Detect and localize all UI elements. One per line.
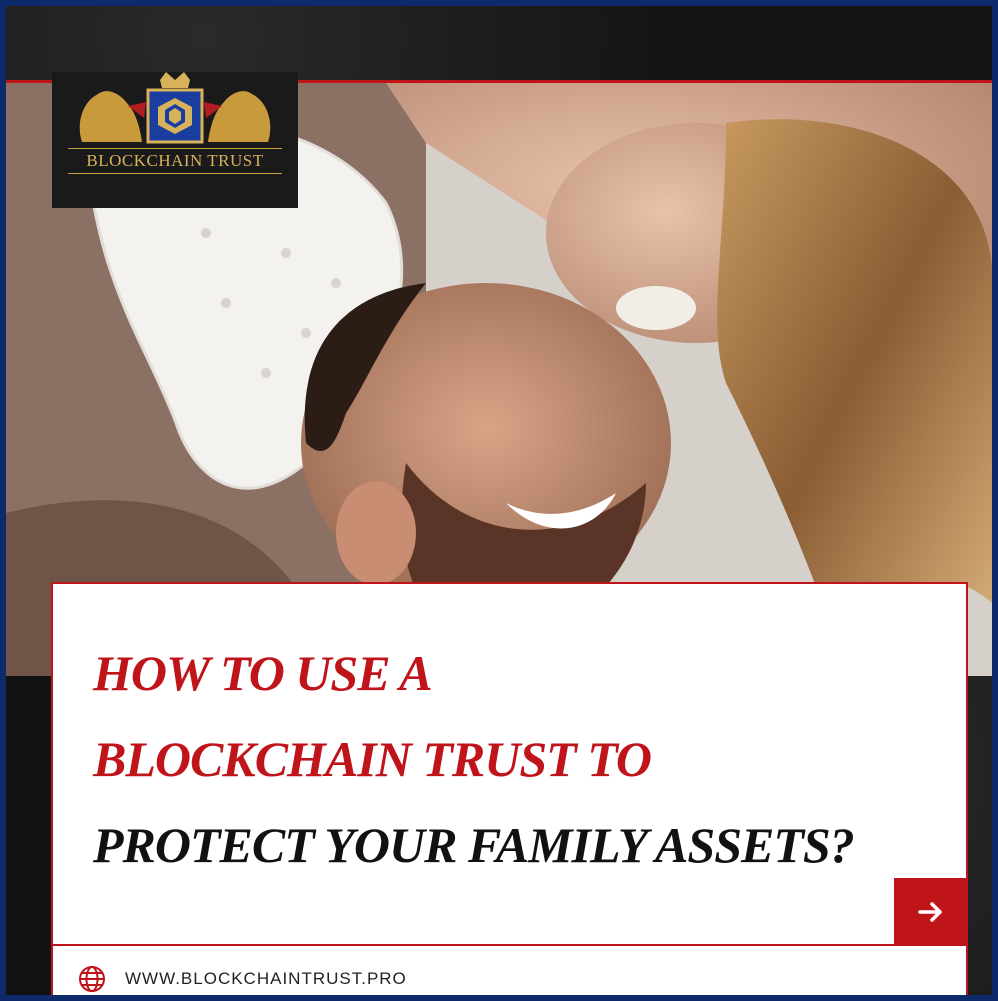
website-row[interactable]: WWW.BLOCKCHAINTRUST.PRO xyxy=(77,964,407,994)
brand-logo: BLOCKCHAIN TRUST xyxy=(52,72,298,208)
arrow-right-icon xyxy=(918,902,942,922)
logo-wordmark: BLOCKCHAIN TRUST xyxy=(68,148,282,174)
headline-line-1: HOW TO USE A xyxy=(93,645,433,701)
website-url[interactable]: WWW.BLOCKCHAINTRUST.PRO xyxy=(125,969,407,989)
headline-card: HOW TO USE A BLOCKCHAIN TRUST TO PROTECT… xyxy=(51,582,968,1001)
crest-icon xyxy=(79,72,271,144)
social-post: BLOCKCHAIN TRUST HOW TO USE A BLOCKCHAIN… xyxy=(0,0,998,1001)
card-divider xyxy=(53,944,966,946)
globe-icon xyxy=(79,966,105,992)
top-dark-band xyxy=(6,6,992,82)
headline-line-3: PROTECT YOUR FAMILY ASSETS? xyxy=(93,817,855,873)
headline-line-2: BLOCKCHAIN TRUST TO xyxy=(93,731,652,787)
next-arrow-button[interactable] xyxy=(894,878,968,946)
